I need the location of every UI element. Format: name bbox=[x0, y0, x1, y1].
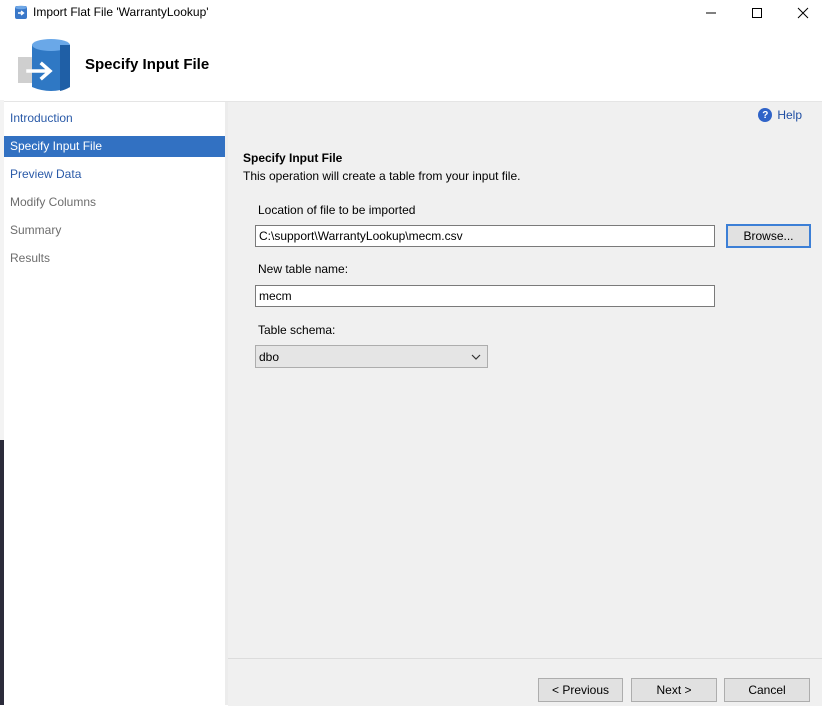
close-button[interactable] bbox=[780, 0, 822, 26]
nav-item-modify-columns: Modify Columns bbox=[10, 195, 97, 209]
table-name-input[interactable]: mecm bbox=[255, 285, 715, 307]
nav-item-introduction[interactable]: Introduction bbox=[4, 108, 225, 129]
database-import-icon bbox=[18, 39, 70, 91]
nav-item-specify-input-file[interactable]: Specify Input File bbox=[4, 136, 225, 157]
page-title: Specify Input File bbox=[85, 56, 210, 73]
help-link[interactable]: ? Help bbox=[758, 108, 802, 122]
import-app-icon bbox=[15, 5, 27, 19]
maximize-button[interactable] bbox=[734, 0, 780, 26]
section-description: This operation will create a table from … bbox=[243, 169, 521, 183]
previous-button[interactable]: < Previous bbox=[538, 678, 623, 702]
wizard-footer: < Previous Next > Cancel bbox=[228, 658, 822, 706]
nav-item-summary: Summary bbox=[10, 223, 62, 237]
next-button[interactable]: Next > bbox=[631, 678, 717, 702]
chevron-down-icon bbox=[471, 354, 481, 360]
import-flat-file-window: Import Flat File 'WarrantyLookup' Specif… bbox=[0, 0, 822, 706]
help-label: Help bbox=[777, 108, 802, 122]
cancel-button[interactable]: Cancel bbox=[724, 678, 810, 702]
main-panel: ? Help Specify Input File This operation… bbox=[228, 102, 822, 658]
table-schema-label: Table schema: bbox=[258, 323, 336, 337]
window-title: Import Flat File 'WarrantyLookup' bbox=[33, 5, 209, 19]
nav-item-results: Results bbox=[10, 251, 51, 265]
wizard-steps-nav: Introduction Specify Input File Preview … bbox=[4, 102, 225, 705]
title-bar[interactable]: Import Flat File 'WarrantyLookup' bbox=[4, 0, 822, 26]
file-location-input[interactable]: C:\support\WarrantyLookup\mecm.csv bbox=[255, 225, 715, 247]
minimize-icon bbox=[706, 12, 716, 14]
table-schema-value: dbo bbox=[259, 349, 280, 364]
browse-button[interactable]: Browse... bbox=[726, 224, 811, 248]
help-icon: ? bbox=[758, 108, 773, 122]
file-location-label: Location of file to be imported bbox=[258, 203, 416, 217]
table-schema-select[interactable]: dbo bbox=[255, 345, 488, 368]
minimize-button[interactable] bbox=[688, 0, 734, 26]
nav-item-preview-data[interactable]: Preview Data bbox=[4, 164, 225, 185]
close-icon bbox=[797, 7, 809, 19]
maximize-icon bbox=[752, 8, 762, 18]
section-title: Specify Input File bbox=[243, 151, 343, 165]
table-name-label: New table name: bbox=[258, 262, 349, 276]
wizard-header: Specify Input File bbox=[4, 26, 822, 101]
